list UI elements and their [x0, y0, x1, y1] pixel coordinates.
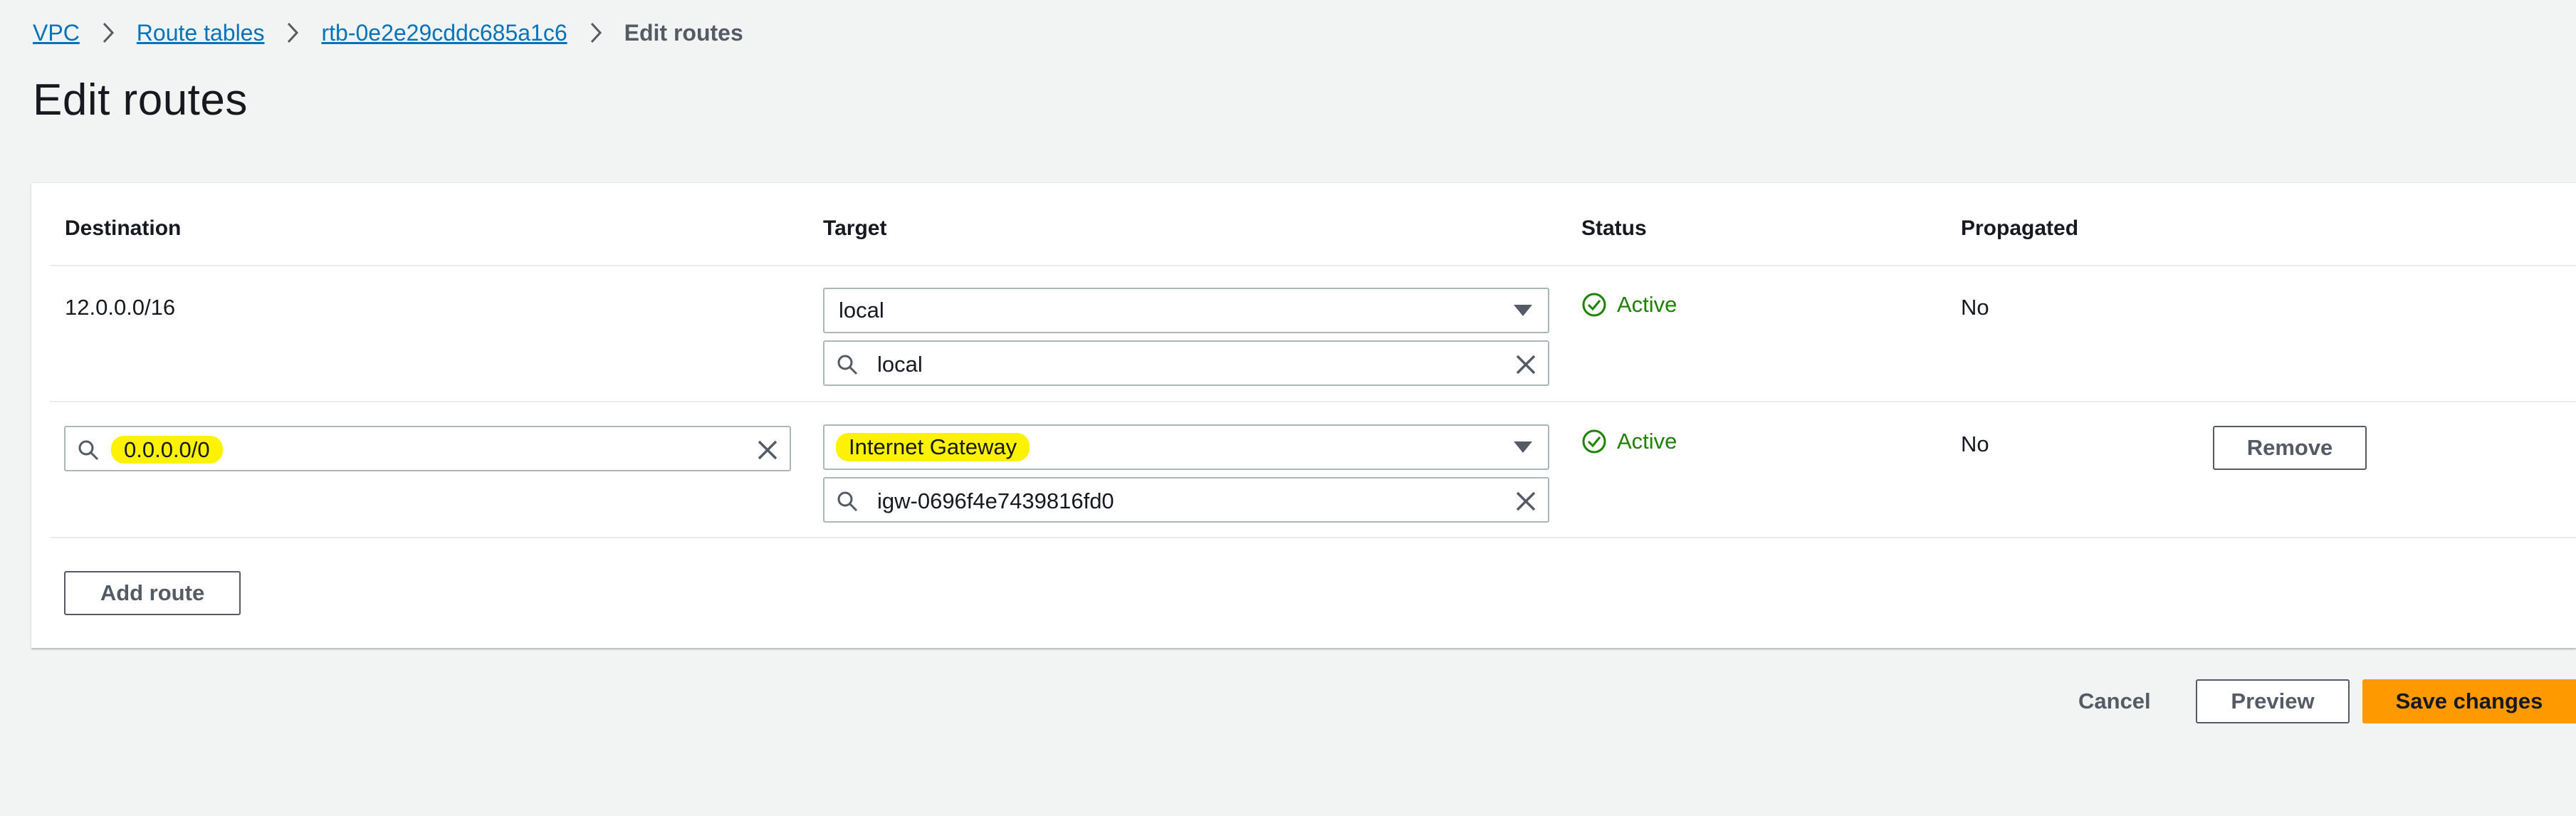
column-header-status: Status: [1581, 216, 1647, 240]
search-icon: [837, 491, 858, 512]
search-icon: [837, 355, 858, 375]
row1-propagated: No: [1961, 295, 1989, 320]
remove-route-button[interactable]: Remove: [2213, 426, 2367, 470]
chevron-right-icon: [277, 21, 308, 44]
row1-target-search-value: local: [877, 352, 923, 377]
row2-target-search-input[interactable]: igw-0696f4e7439816fd0: [823, 477, 1549, 523]
row1-status: Active: [1581, 292, 1677, 318]
search-icon: [78, 440, 99, 461]
status-active-icon: [1582, 429, 1606, 454]
clear-icon[interactable]: [1514, 352, 1538, 377]
routes-panel: [31, 182, 2576, 648]
row1-destination: 12.0.0.0/16: [65, 295, 176, 320]
row-divider: [50, 401, 2576, 402]
add-route-button[interactable]: Add route: [64, 571, 241, 615]
row2-destination-value: 0.0.0.0/0: [111, 436, 223, 464]
breadcrumb: VPC Route tables rtb-0e2e29cddc685a1c6 E…: [33, 16, 743, 50]
cancel-button[interactable]: Cancel: [2078, 689, 2151, 714]
chevron-right-icon: [580, 21, 612, 44]
breadcrumb-current: Edit routes: [624, 19, 743, 46]
row2-destination-input[interactable]: 0.0.0.0/0: [64, 426, 791, 471]
save-changes-button[interactable]: Save changes: [2362, 679, 2576, 723]
preview-button[interactable]: Preview: [2196, 679, 2350, 723]
caret-down-icon: [1514, 305, 1532, 316]
status-active-icon: [1582, 293, 1606, 317]
row1-status-label: Active: [1617, 292, 1677, 317]
row1-target-search-input[interactable]: local: [823, 340, 1549, 386]
breadcrumb-vpc-link[interactable]: VPC: [33, 20, 80, 46]
column-header-propagated: Propagated: [1961, 216, 2079, 240]
caret-down-icon: [1514, 441, 1532, 453]
column-header-destination: Destination: [65, 216, 182, 240]
page-title: Edit routes: [33, 75, 248, 125]
clear-icon[interactable]: [755, 438, 780, 462]
row-divider: [50, 537, 2576, 538]
row2-propagated: No: [1961, 431, 1989, 456]
row1-target-type-value: local: [839, 298, 884, 323]
row2-status: Active: [1581, 429, 1677, 454]
breadcrumb-route-table-id-link[interactable]: rtb-0e2e29cddc685a1c6: [321, 20, 567, 46]
breadcrumb-route-tables-link[interactable]: Route tables: [137, 20, 265, 46]
row2-status-label: Active: [1617, 429, 1677, 454]
row2-target-type-value: Internet Gateway: [836, 433, 1030, 461]
clear-icon[interactable]: [1514, 489, 1538, 513]
row2-target-search-value: igw-0696f4e7439816fd0: [877, 488, 1114, 513]
row1-target-type-select[interactable]: local: [823, 288, 1549, 333]
header-divider: [50, 265, 2576, 266]
column-header-target: Target: [823, 216, 887, 240]
row2-target-type-select[interactable]: Internet Gateway: [823, 424, 1549, 470]
chevron-right-icon: [93, 21, 124, 44]
